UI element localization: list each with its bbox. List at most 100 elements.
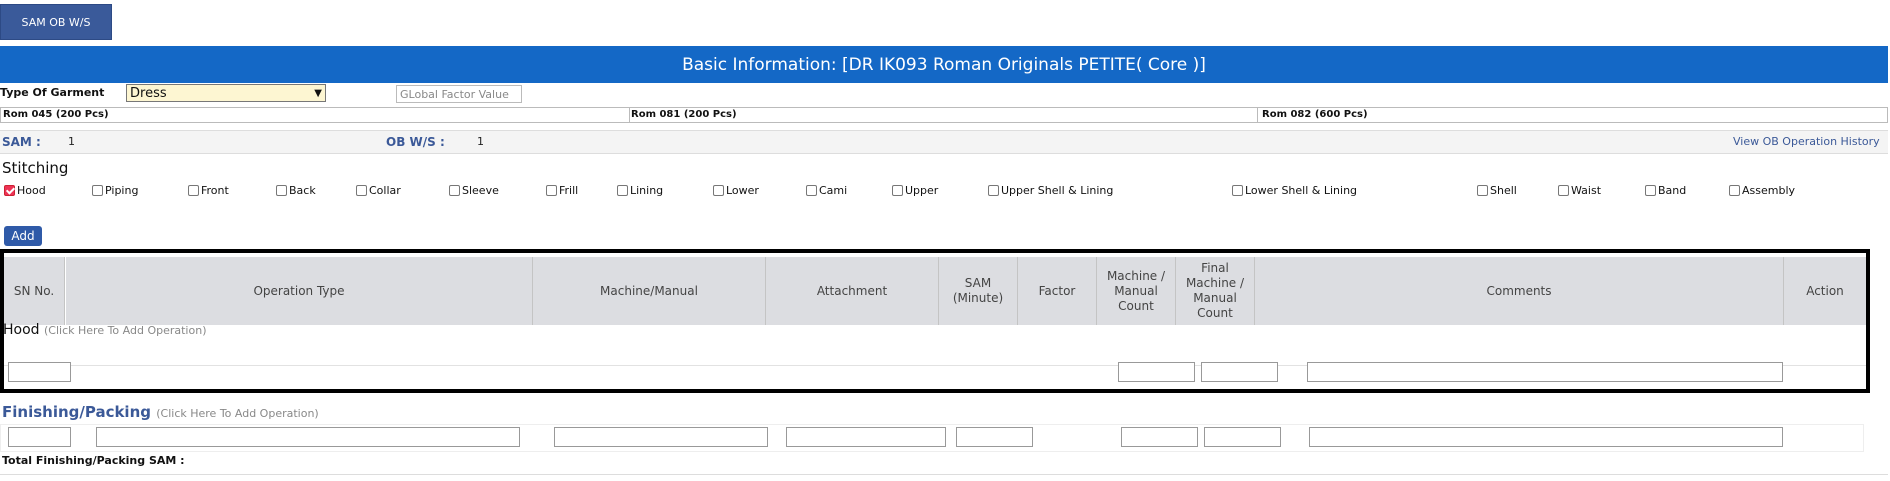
checkbox-label: Back (289, 184, 316, 197)
sam-ob-ws-button[interactable]: SAM OB W/S (0, 4, 112, 40)
checkbox-label: Sleeve (462, 184, 499, 197)
header-machine-manual: Machine/Manual (533, 257, 766, 325)
stitching-option[interactable]: Lower (713, 184, 759, 197)
stitching-option[interactable]: Frill (546, 184, 578, 197)
checkbox-label: Lining (630, 184, 664, 197)
header-sn: SN No. (4, 257, 65, 325)
stitching-option[interactable]: Upper Shell & Lining (988, 184, 1113, 197)
stitching-option[interactable]: Hood (4, 184, 46, 197)
garment-type-value: Dress (130, 85, 167, 101)
checkbox[interactable] (806, 185, 817, 196)
checkbox[interactable] (1477, 185, 1488, 196)
stitching-option[interactable]: Shell (1477, 184, 1517, 197)
hood-label: Hood (3, 322, 40, 338)
sam-summary-bar: SAM : 1 OB W/S : 1 View OB Operation His… (0, 130, 1888, 154)
rom-cell: Rom 082 (600 Pcs) (1262, 109, 1368, 120)
checkbox-label: Shell (1490, 184, 1517, 197)
fin-machine-count-input[interactable] (1121, 427, 1198, 447)
checkbox-label: Piping (105, 184, 139, 197)
add-button[interactable]: Add (4, 226, 42, 246)
checkbox[interactable] (92, 185, 103, 196)
checkbox-label: Front (201, 184, 229, 197)
checkbox[interactable] (546, 185, 557, 196)
rom-cell: Rom 045 (200 Pcs) (1, 108, 630, 122)
stitching-option[interactable]: Piping (92, 184, 138, 197)
checkbox-label: Frill (559, 184, 579, 197)
fin-attachment-input[interactable] (786, 427, 946, 447)
stitching-option[interactable]: Assembly (1729, 184, 1795, 197)
view-ob-history-link[interactable]: View OB Operation History (1733, 135, 1880, 148)
checkbox[interactable] (276, 185, 287, 196)
fin-final-count-input[interactable] (1204, 427, 1281, 447)
sam-value: 1 (68, 135, 75, 148)
sam-label: SAM : (2, 135, 41, 149)
basic-info-banner: Basic Information: [DR IK093 Roman Origi… (0, 46, 1888, 83)
checkbox-label: Hood (17, 184, 46, 197)
stitching-option[interactable]: Band (1645, 184, 1686, 197)
checkbox[interactable] (892, 185, 903, 196)
total-finishing-sam-label: Total Finishing/Packing SAM : (2, 454, 185, 467)
checkbox[interactable] (356, 185, 367, 196)
checkbox[interactable] (1232, 185, 1243, 196)
checkbox-label: Collar (369, 184, 401, 197)
stitching-option[interactable]: Upper (892, 184, 938, 197)
fin-operation-input[interactable] (96, 427, 520, 447)
checkbox[interactable] (1645, 185, 1656, 196)
garment-type-label: Type Of Garment (0, 86, 105, 99)
stitching-option[interactable]: Sleeve (449, 184, 499, 197)
checkbox-label: Upper Shell & Lining (1001, 184, 1114, 197)
hood-section-title[interactable]: Hood (Click Here To Add Operation) (3, 322, 207, 338)
header-attachment: Attachment (766, 257, 939, 325)
fin-sam-input[interactable] (956, 427, 1033, 447)
fin-machine-input[interactable] (554, 427, 768, 447)
fin-comments-input[interactable] (1309, 427, 1783, 447)
header-comments: Comments (1255, 257, 1784, 325)
rom-cell: Rom 081 (200 Pcs) (629, 108, 1258, 122)
fin-sn-input[interactable] (8, 427, 71, 447)
finishing-packing-title: Finishing/Packing (2, 403, 151, 421)
checkbox-label: Band (1658, 184, 1687, 197)
chevron-down-icon: ▼ (314, 87, 322, 99)
divider (0, 474, 1888, 475)
final-count-input[interactable] (1201, 362, 1278, 382)
ob-ws-value: 1 (477, 135, 484, 148)
checkbox[interactable] (188, 185, 199, 196)
hood-add-operation-link[interactable]: (Click Here To Add Operation) (44, 324, 207, 337)
garment-type-select[interactable]: Dress ▼ (126, 84, 326, 102)
checkbox-label: Lower Shell & Lining (1245, 184, 1358, 197)
header-action: Action (1784, 257, 1866, 325)
rom-bar: Rom 045 (200 Pcs) Rom 081 (200 Pcs) Rom … (0, 107, 1888, 123)
checkbox-label: Upper (905, 184, 939, 197)
stitching-option[interactable]: Cami (806, 184, 847, 197)
stitching-title: Stitching (2, 159, 69, 177)
ob-ws-label: OB W/S : (386, 135, 445, 149)
machine-count-input[interactable] (1118, 362, 1195, 382)
checkbox[interactable] (617, 185, 628, 196)
checkbox-label: Assembly (1742, 184, 1796, 197)
sn-input[interactable] (8, 362, 71, 382)
comments-input[interactable] (1307, 362, 1783, 382)
header-sam-minute: SAM (Minute) (939, 257, 1018, 325)
checkbox-label: Cami (819, 184, 848, 197)
stitching-option[interactable]: Lining (617, 184, 663, 197)
stitching-option[interactable]: Front (188, 184, 229, 197)
finishing-add-operation-link[interactable]: (Click Here To Add Operation) (156, 407, 319, 420)
global-factor-input[interactable]: GLobal Factor Value (396, 85, 522, 103)
checkbox[interactable] (713, 185, 724, 196)
header-operation-type: Operation Type (66, 257, 533, 325)
header-machine-count: Machine / Manual Count (1097, 257, 1176, 325)
checkbox[interactable] (4, 185, 15, 196)
checkbox-label: Lower (726, 184, 759, 197)
finishing-packing-section[interactable]: Finishing/Packing (Click Here To Add Ope… (2, 403, 319, 421)
stitching-option[interactable]: Lower Shell & Lining (1232, 184, 1357, 197)
checkbox[interactable] (1729, 185, 1740, 196)
checkbox[interactable] (988, 185, 999, 196)
checkbox[interactable] (1558, 185, 1569, 196)
header-final-count: Final Machine / Manual Count (1176, 257, 1255, 325)
checkbox-label: Waist (1571, 184, 1602, 197)
stitching-option[interactable]: Waist (1558, 184, 1601, 197)
stitching-option[interactable]: Back (276, 184, 316, 197)
header-factor: Factor (1018, 257, 1097, 325)
stitching-option[interactable]: Collar (356, 184, 401, 197)
checkbox[interactable] (449, 185, 460, 196)
